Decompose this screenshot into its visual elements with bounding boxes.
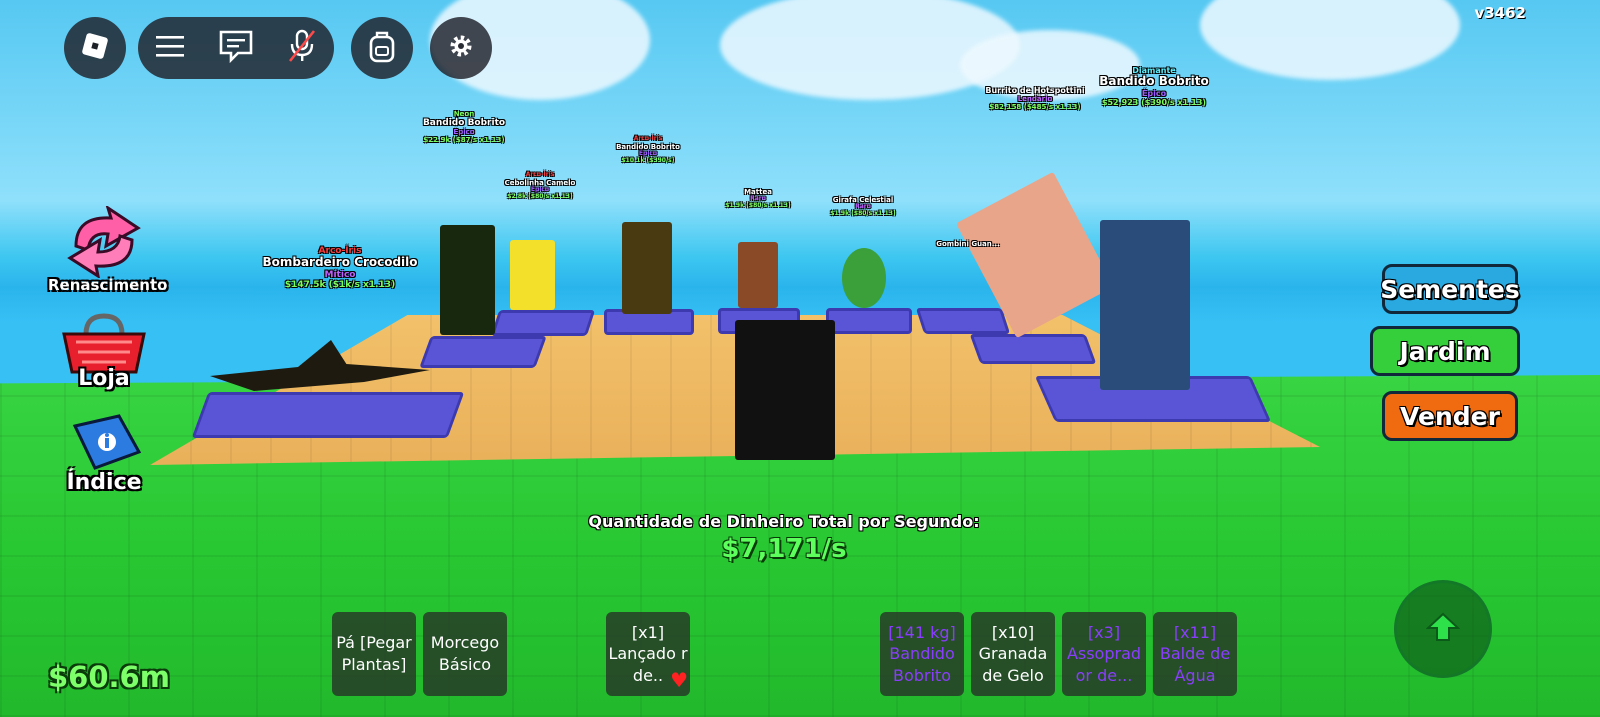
green-plant [440,225,495,335]
mutation-text: Arco-Íris [525,171,555,178]
plant-label: Arco-Íris Bombardeiro Crocodilo Mítico $… [260,246,420,291]
total-money-value: $7,171/s [721,534,847,564]
hotbar-slot-plant[interactable]: [141 kg] Bandido Bobrito [880,612,964,696]
settings-button[interactable] [430,17,492,79]
total-money-label: Quantidade de Dinheiro Total por Segundo… [588,512,980,531]
arrow-up-icon [1425,612,1461,646]
rebirth-label: Renascimento [48,276,168,294]
pedestal [191,392,465,438]
garden-button[interactable]: Jardim [1370,326,1520,376]
yellow-plant [510,240,555,310]
hotbar-label: [x10] Granada de Gelo [978,622,1048,685]
index-button[interactable]: Índice [48,412,160,495]
mutation-text: Arco-Íris [633,135,663,142]
jump-button[interactable] [1394,580,1492,678]
top-toolbar [138,17,334,79]
plant-label: Gombini Guan... [928,240,1008,248]
hotbar-slot-water-bucket[interactable]: [x11] Balde de Água [1153,612,1237,696]
hotbar-slot-blower[interactable]: [x3] Assoprad or de... [1062,612,1146,696]
rate-text: $52,923 ($390/s x1.13) [1101,98,1207,108]
plant-name: Bandido Bobrito [422,118,506,129]
shop-button[interactable]: Loja [48,312,160,391]
hamburger-icon[interactable] [155,34,185,62]
pedestal [419,336,547,368]
plant-label: Arco-Íris Bandido Bobrito Épico $10.1k (… [606,135,690,165]
plant-name: Bombardeiro Crocodilo [262,255,418,270]
hotbar-slot-shovel[interactable]: Pá [Pegar Plantas] [332,612,416,696]
plant-label: Mattea Raro $1.9k ($80/s x1.13) [720,188,796,210]
hotbar-label: [x3] Assoprad or de... [1066,622,1142,685]
hotbar-label: [141 kg] Bandido Bobrito [888,622,956,685]
plant-label: Burrito de Hotspottini Lendário $82,158 … [980,86,1090,111]
plant-label: Girafa Celestial Raro $1.9k ($80/s x1.13… [822,196,904,218]
hat-plant [738,242,778,308]
cash-counter: $60.6m [48,660,170,694]
pedestal [826,308,912,334]
rate-text: $2.8k ($80/s x1.13) [507,192,573,200]
heart-icon: ♥ [670,668,688,692]
melon-plant [842,248,886,308]
plant-name: Burrito de Hotspottini [985,86,1085,95]
plant-label: Diamante Bandido Bobrito Épico $52,923 (… [1096,66,1212,107]
version-text: v3462 [1474,4,1526,22]
backpack-button[interactable] [351,17,413,79]
player-avatar [735,320,835,460]
sell-button[interactable]: Vender [1382,391,1518,441]
plant-label: Neon Bandido Bobrito Épico $22.9k ($87/s… [412,110,516,144]
rebirth-button[interactable]: Renascimento [48,204,168,294]
rate-text: $10.1k ($390/s) [621,156,675,164]
blue-plant [1100,220,1190,390]
chat-icon[interactable] [218,29,254,67]
hotbar-label: Pá [Pegar Plantas] [336,633,412,674]
hotbar-label: Morcego Básico [430,633,500,674]
game-viewport[interactable]: Arco-Íris Bombardeiro Crocodilo Mítico $… [0,0,1600,717]
hotbar-label: [x11] Balde de Água [1159,622,1231,685]
gear-icon [448,33,474,63]
plant-label: Arco-Íris Cebolinha Camelo Épico $2.8k (… [494,171,586,201]
rarity-text: Lendário [1017,95,1053,104]
rate-text: $147.5k ($1k/s x1.13) [284,280,396,291]
roblox-logo-icon [80,31,110,65]
cloud [1200,0,1460,80]
rarity-text: Épico [1141,88,1167,98]
plant-name: Gombini Guan... [936,240,1000,248]
mic-muted-icon[interactable] [287,28,317,68]
rarity-text: Mítico [324,270,356,281]
plant-name: Bandido Bobrito [1099,74,1209,89]
roblox-menu-button[interactable] [64,17,126,79]
rate-text: $1.9k ($80/s x1.13) [830,209,896,217]
gold-plant [622,222,672,314]
rate-text: $82,158 ($485/s x1.13) [989,103,1081,112]
pedestal [490,310,596,336]
backpack-icon [367,29,397,67]
hotbar-slot-bat[interactable]: Morcego Básico [423,612,507,696]
hotbar-slot-launcher[interactable]: [x1] Lançado r de.. ♥ [606,612,690,696]
rate-text: $1.9k ($80/s x1.13) [725,201,791,209]
pedestal [915,308,1011,334]
hotbar-slot-ice-grenade[interactable]: [x10] Granada de Gelo [971,612,1055,696]
rate-text: $22.9k ($87/s x1.13) [423,136,505,145]
mutation-text: Neon [453,110,475,118]
pedestal [969,334,1097,364]
seeds-button[interactable]: Sementes [1380,264,1520,314]
rarity-text: Épico [453,128,475,137]
